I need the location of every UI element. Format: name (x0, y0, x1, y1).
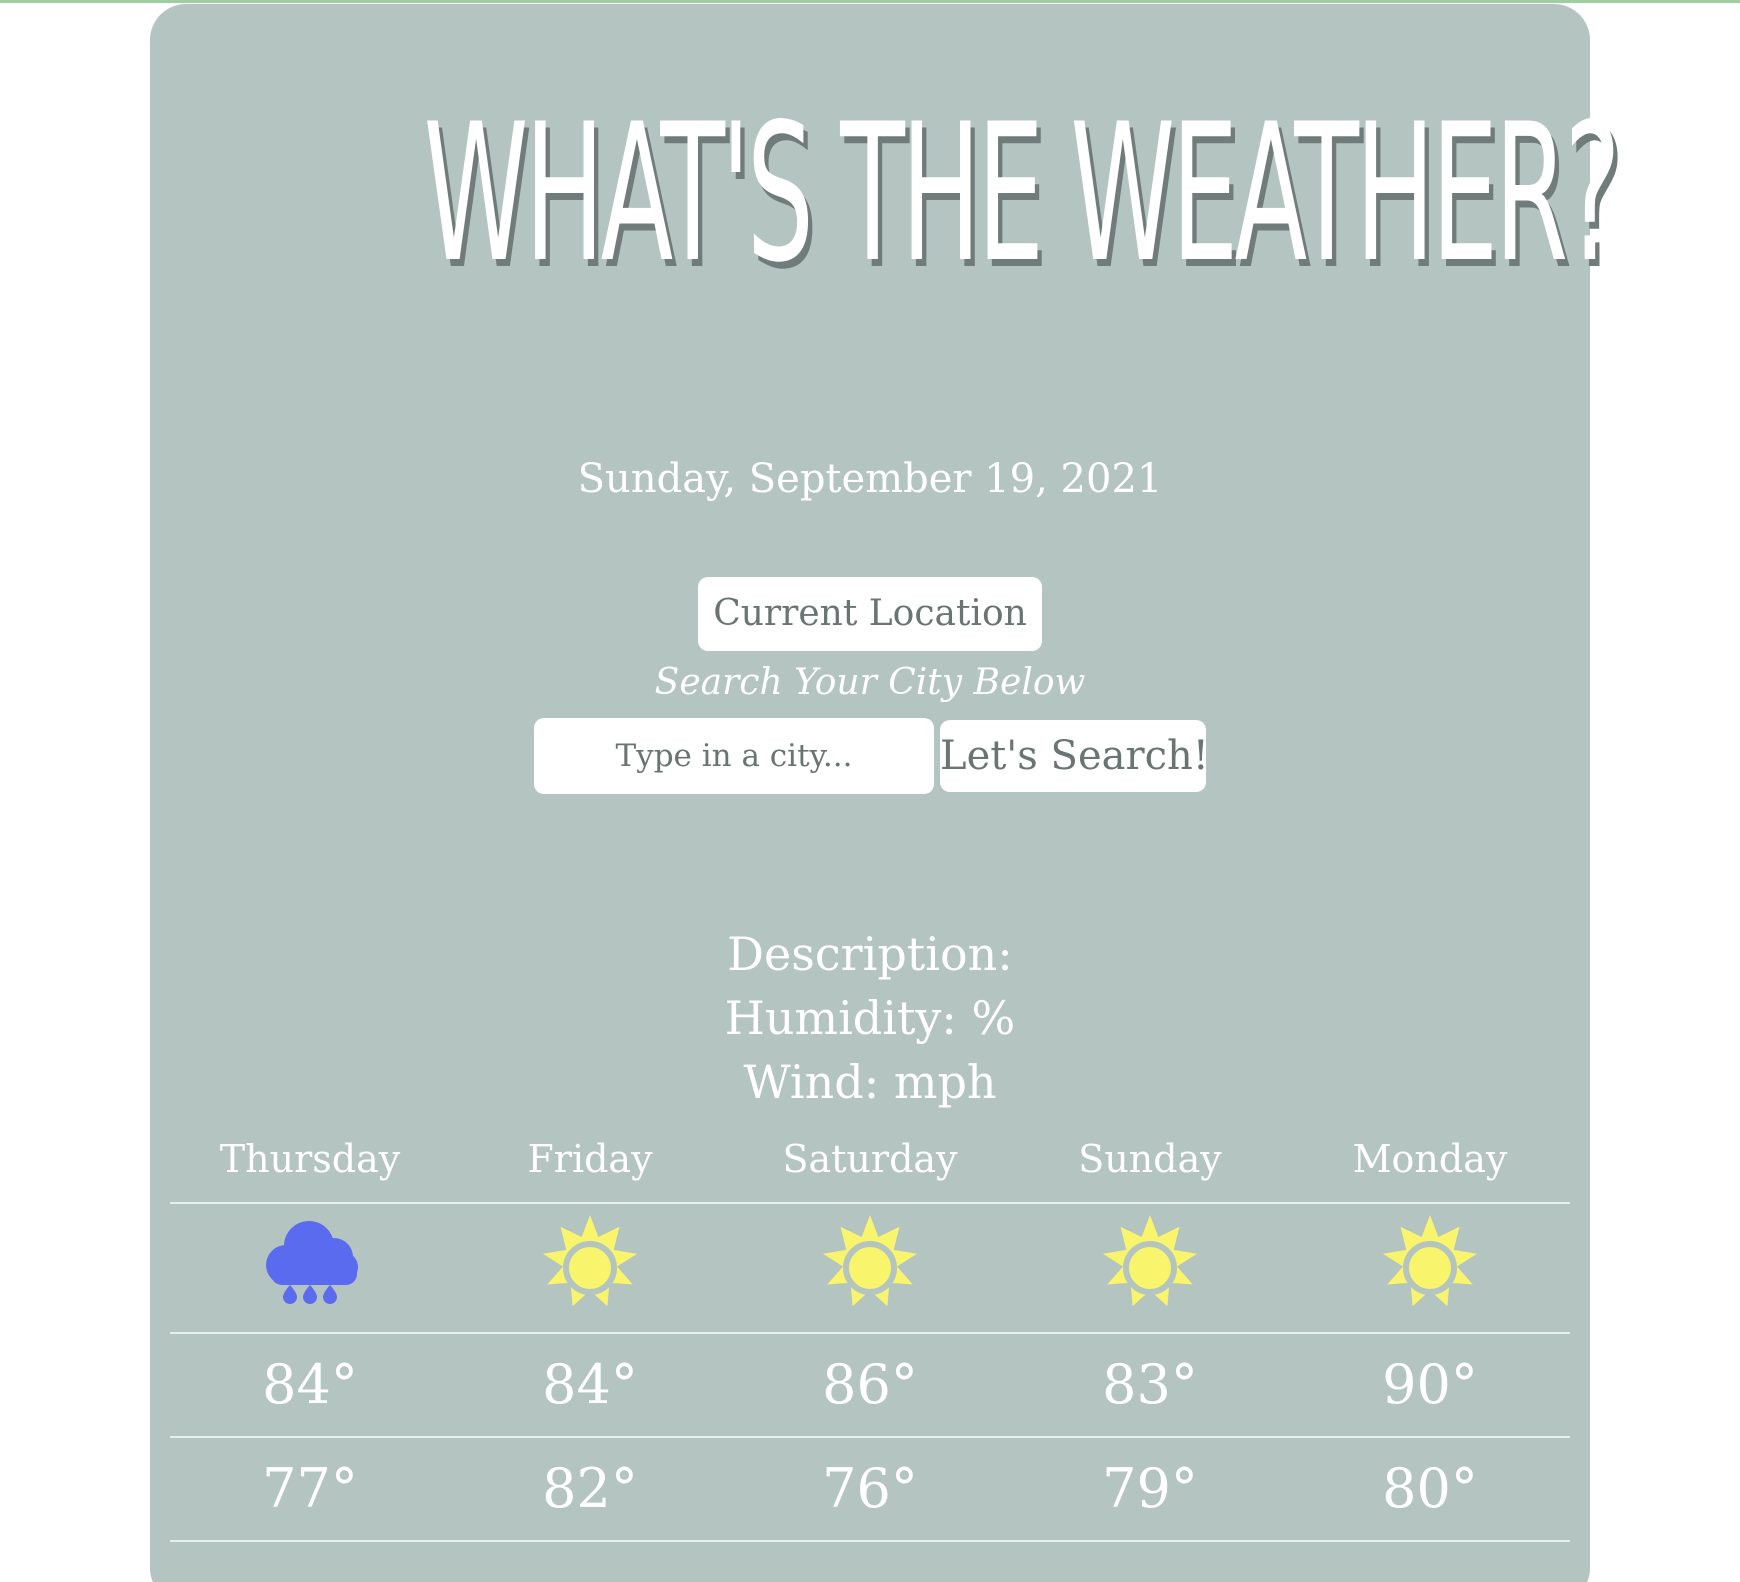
sun-icon (822, 1215, 918, 1307)
top-border (0, 0, 1740, 3)
weather-card: WHAT'S THE WEATHER? Sunday, September 19… (150, 4, 1621, 1582)
forecast-icon-cell (1290, 1204, 1570, 1332)
current-details: Description: Humidity: % Wind: mph (150, 922, 1590, 1114)
forecast-icon-cell (170, 1204, 450, 1332)
forecast-day: Saturday (782, 1137, 958, 1181)
city-search-input[interactable] (534, 718, 934, 794)
sun-icon (1382, 1215, 1478, 1307)
forecast-icons-row (170, 1202, 1570, 1334)
sun-icon (542, 1215, 638, 1307)
forecast-low-row: 77° 82° 76° 79° 80° (170, 1438, 1570, 1542)
forecast-days-row: Thursday Friday Saturday Sunday Monday (170, 1129, 1570, 1202)
current-location-button[interactable]: Current Location (698, 577, 1042, 651)
search-hint: Search Your City Below (654, 662, 1086, 703)
forecast-high-temp: 83° (1102, 1353, 1198, 1416)
forecast-day: Monday (1352, 1137, 1508, 1181)
forecast-high-temp: 86° (822, 1353, 918, 1416)
forecast-low-temp: 77° (262, 1457, 358, 1520)
forecast-low-temp: 76° (822, 1457, 918, 1520)
description-line: Description: (727, 927, 1013, 981)
forecast-low-temp: 79° (1102, 1457, 1198, 1520)
forecast-table: Thursday Friday Saturday Sunday Monday 8… (170, 1129, 1570, 1542)
forecast-high-temp: 84° (262, 1353, 358, 1416)
sun-icon (1102, 1215, 1198, 1307)
forecast-icon-cell (730, 1204, 1010, 1332)
wind-line: Wind: mph (743, 1055, 997, 1109)
forecast-high-temp: 84° (542, 1353, 638, 1416)
forecast-day: Thursday (219, 1137, 401, 1181)
forecast-low-temp: 82° (542, 1457, 638, 1520)
forecast-day: Sunday (1078, 1137, 1222, 1181)
forecast-high-row: 84° 84° 86° 83° 90° (170, 1334, 1570, 1438)
forecast-icon-cell (1010, 1204, 1290, 1332)
search-button[interactable]: Let's Search! (940, 720, 1209, 792)
current-date: Sunday, September 19, 2021 (577, 456, 1163, 502)
rain-cloud-icon (266, 1221, 358, 1304)
forecast-high-temp: 90° (1382, 1353, 1478, 1416)
app-title: WHAT'S THE WEATHER? (423, 83, 1621, 304)
forecast-low-temp: 80° (1382, 1457, 1478, 1520)
forecast-icon-cell (450, 1204, 730, 1332)
humidity-line: Humidity: % (724, 991, 1016, 1045)
forecast-day: Friday (527, 1137, 653, 1181)
